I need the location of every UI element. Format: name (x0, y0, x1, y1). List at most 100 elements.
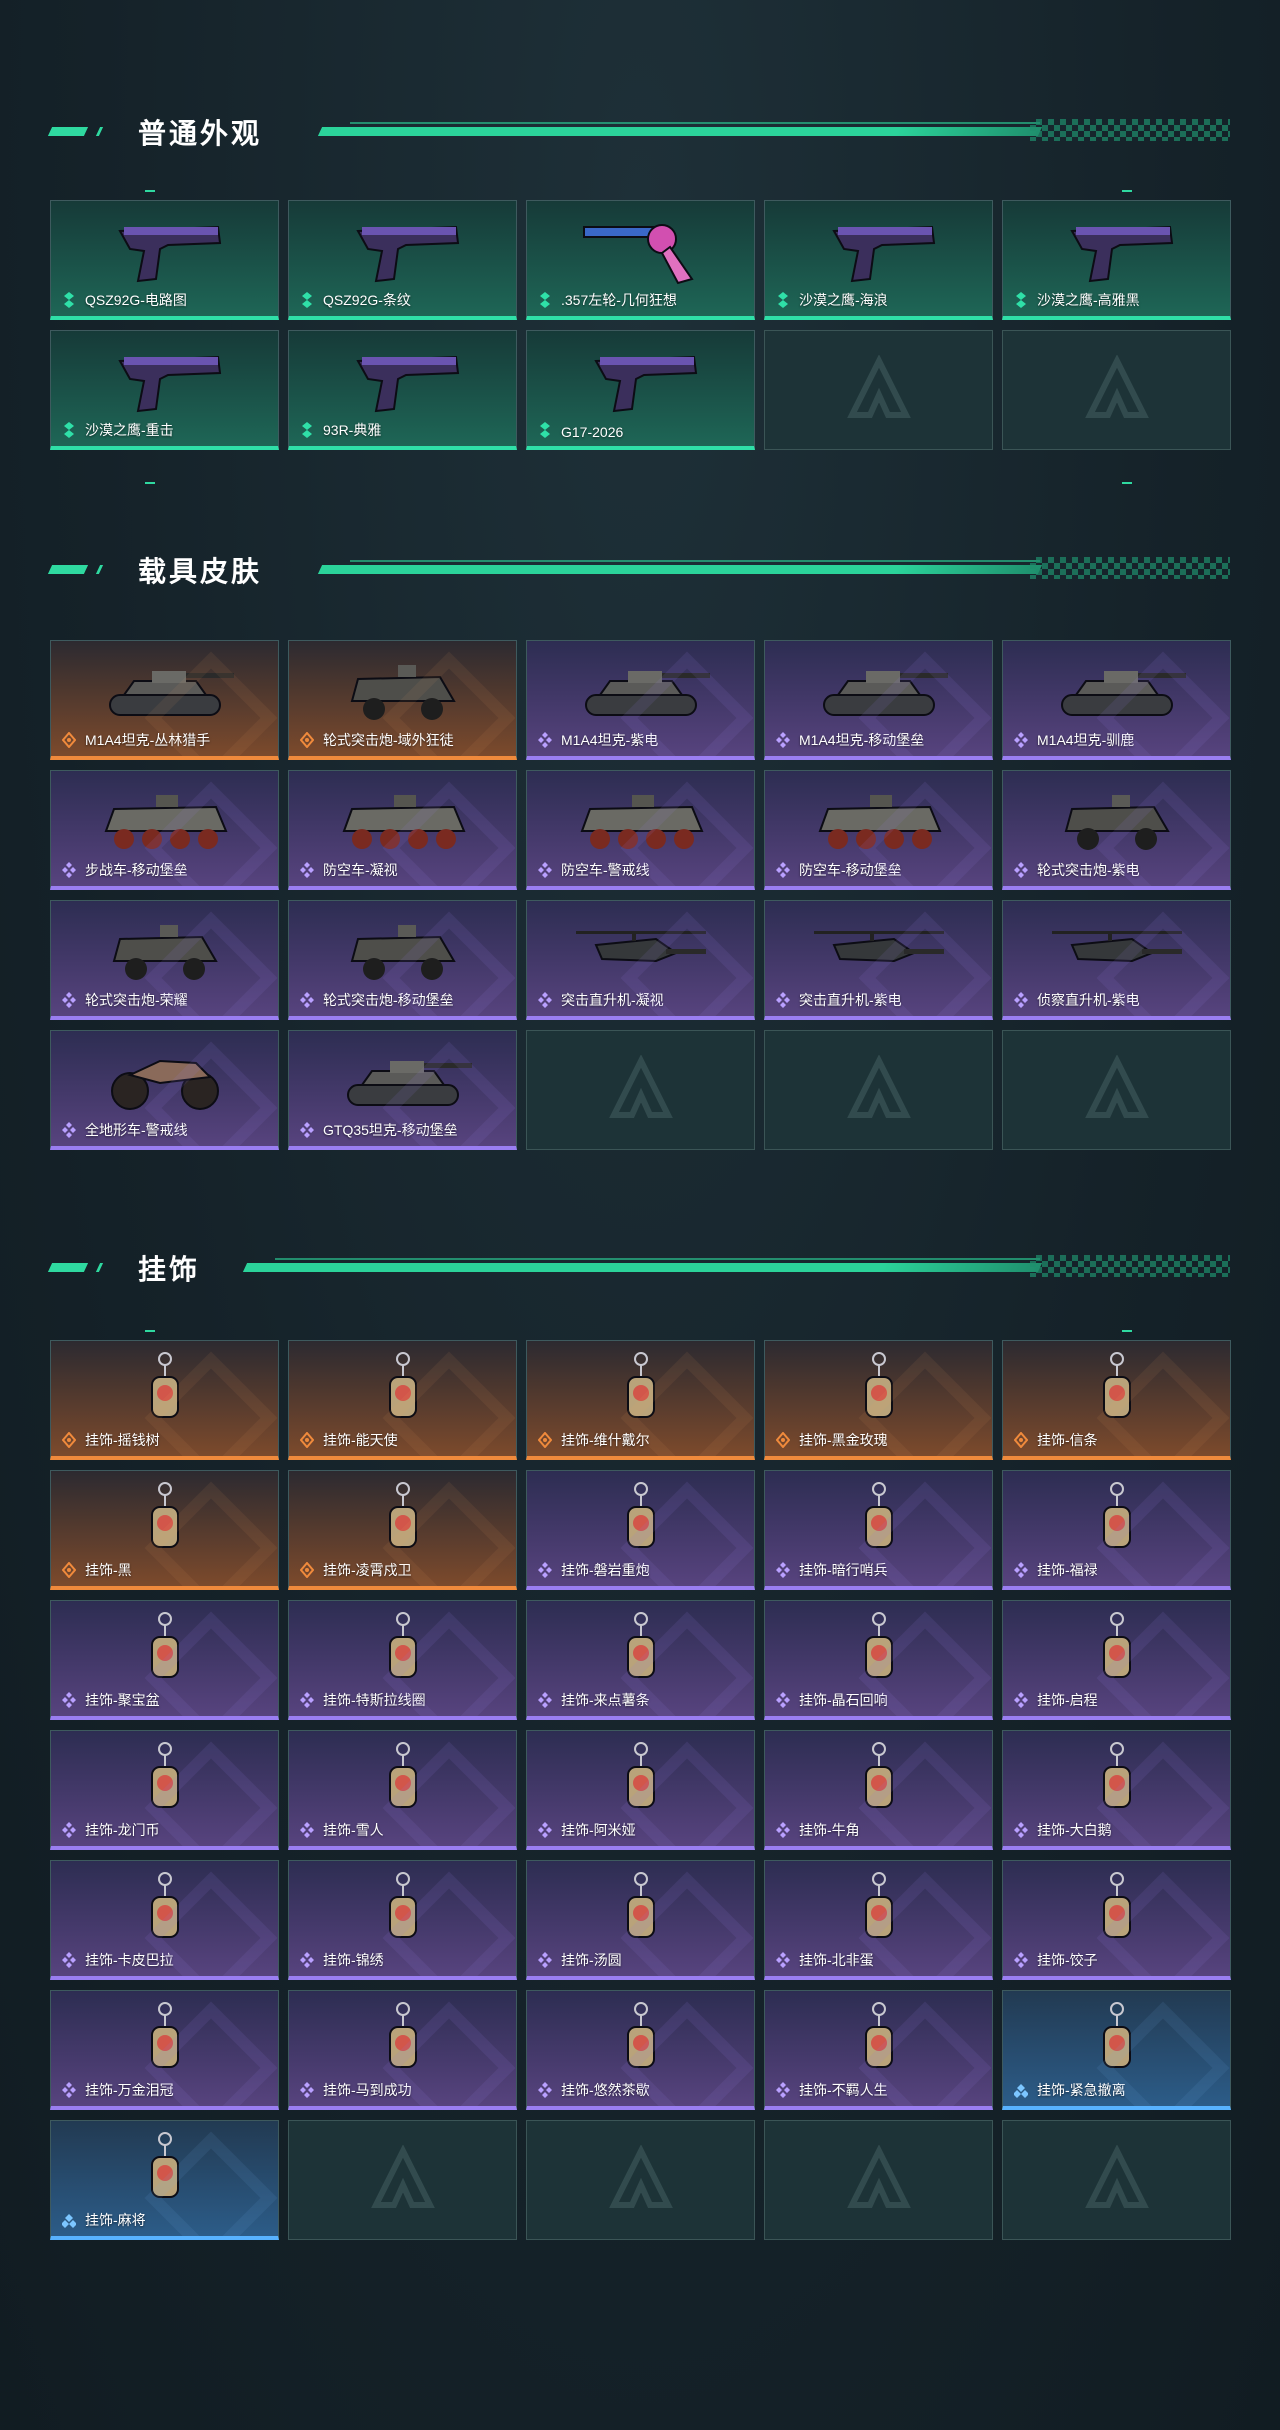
item-card[interactable]: 沙漠之鹰-重击 (50, 330, 279, 450)
item-card[interactable]: 挂饰-聚宝盆 (50, 1600, 279, 1720)
rarity-purple-icon (300, 862, 314, 878)
item-label: 防空车-移动堡垒 (799, 862, 902, 878)
item-card[interactable]: G17-2026 (526, 330, 755, 450)
item-label: 轮式突击炮-移动堡垒 (323, 992, 454, 1008)
item-card[interactable]: M1A4坦克-紫电 (526, 640, 755, 760)
item-label: 挂饰-黑 (85, 1562, 132, 1578)
charm-icon (566, 1869, 716, 1949)
item-card[interactable]: 挂饰-暗行哨兵 (764, 1470, 993, 1590)
rarity-purple-icon (300, 1822, 314, 1838)
item-card[interactable]: 防空车-警戒线 (526, 770, 755, 890)
rarity-purple-icon (62, 1692, 76, 1708)
empty-slot (1002, 1030, 1231, 1150)
item-card[interactable]: 挂饰-阿米娅 (526, 1730, 755, 1850)
item-card[interactable]: 轮式突击炮-域外狂徒 (288, 640, 517, 760)
item-card[interactable]: 沙漠之鹰-海浪 (764, 200, 993, 320)
item-card[interactable]: 突击直升机-凝视 (526, 900, 755, 1020)
item-card[interactable]: 挂饰-凌霄戍卫 (288, 1470, 517, 1590)
item-label: 挂饰-龙门币 (85, 1822, 160, 1838)
section-header-weapons: 普通外观 (47, 110, 1230, 150)
item-card[interactable]: M1A4坦克-移动堡垒 (764, 640, 993, 760)
item-card[interactable]: 挂饰-来点薯条 (526, 1600, 755, 1720)
item-card[interactable]: 挂饰-摇钱树 (50, 1340, 279, 1460)
item-card[interactable]: 挂饰-饺子 (1002, 1860, 1231, 1980)
item-card[interactable]: 挂饰-龙门币 (50, 1730, 279, 1850)
item-label: 挂饰-紧急撤离 (1037, 2082, 1126, 2098)
charm-icon (804, 1869, 954, 1949)
charms-grid: 挂饰-摇钱树 挂饰-能天使 挂饰-维什戴尔 挂饰-黑金玫瑰 挂饰-信条挂饰-黑 挂饰-凌霄… (50, 1340, 1231, 2240)
section-title: 普通外观 (138, 118, 263, 149)
charm-icon (328, 1479, 478, 1559)
charm-icon (90, 1739, 240, 1819)
item-card[interactable]: 挂饰-马到成功 (288, 1990, 517, 2110)
item-card[interactable]: 挂饰-磐岩重炮 (526, 1470, 755, 1590)
section-title: 载具皮肤 (138, 556, 263, 587)
item-card[interactable]: 挂饰-信条 (1002, 1340, 1231, 1460)
charm-icon (90, 1609, 240, 1689)
rarity-purple-icon (300, 992, 314, 1008)
empty-slot (526, 2120, 755, 2240)
item-label: 轮式突击炮-域外狂徒 (323, 732, 454, 748)
item-card[interactable]: 挂饰-维什戴尔 (526, 1340, 755, 1460)
item-card[interactable]: 沙漠之鹰-高雅黑 (1002, 200, 1231, 320)
section-header-charms: 挂饰 (47, 1246, 1230, 1286)
item-label: 突击直升机-凝视 (561, 992, 664, 1008)
rarity-purple-icon (300, 2082, 314, 2098)
item-card[interactable]: 挂饰-万金泪冠 (50, 1990, 279, 2110)
rarity-purple-icon (776, 732, 790, 748)
rarity-purple-icon (776, 2082, 790, 2098)
pistol-icon (566, 339, 716, 419)
rarity-green-icon (300, 292, 314, 308)
item-card[interactable]: 轮式突击炮-紫电 (1002, 770, 1231, 890)
item-card[interactable]: 挂饰-不羁人生 (764, 1990, 993, 2110)
charm-icon (1042, 1739, 1192, 1819)
charm-icon (90, 1999, 240, 2079)
item-card[interactable]: M1A4坦克-丛林猎手 (50, 640, 279, 760)
item-card[interactable]: 轮式突击炮-移动堡垒 (288, 900, 517, 1020)
item-card[interactable]: GTQ35坦克-移动堡垒 (288, 1030, 517, 1150)
item-label: 挂饰-不羁人生 (799, 2082, 888, 2098)
item-card[interactable]: M1A4坦克-驯鹿 (1002, 640, 1231, 760)
item-card[interactable]: 全地形车-警戒线 (50, 1030, 279, 1150)
item-card[interactable]: 挂饰-北非蛋 (764, 1860, 993, 1980)
item-card[interactable]: 挂饰-汤圆 (526, 1860, 755, 1980)
item-card[interactable]: 挂饰-悠然茶歇 (526, 1990, 755, 2110)
item-card[interactable]: 防空车-移动堡垒 (764, 770, 993, 890)
item-card[interactable]: .357左轮-几何狂想 (526, 200, 755, 320)
item-card[interactable]: 防空车-凝视 (288, 770, 517, 890)
rarity-purple-icon (538, 992, 552, 1008)
item-card[interactable]: QSZ92G-条纹 (288, 200, 517, 320)
item-card[interactable]: 挂饰-大白鹅 (1002, 1730, 1231, 1850)
item-label: 步战车-移动堡垒 (85, 862, 188, 878)
item-card[interactable]: 挂饰-黑金玫瑰 (764, 1340, 993, 1460)
header-tick (95, 127, 104, 136)
item-card[interactable]: 步战车-移动堡垒 (50, 770, 279, 890)
item-card[interactable]: 挂饰-麻将 (50, 2120, 279, 2240)
item-card[interactable]: 挂饰-牛角 (764, 1730, 993, 1850)
item-card[interactable]: 挂饰-紧急撤离 (1002, 1990, 1231, 2110)
rarity-purple-icon (538, 1692, 552, 1708)
item-card[interactable]: 轮式突击炮-荣耀 (50, 900, 279, 1020)
item-card[interactable]: 挂饰-黑 (50, 1470, 279, 1590)
item-card[interactable]: 挂饰-雪人 (288, 1730, 517, 1850)
item-card[interactable]: 93R-典雅 (288, 330, 517, 450)
rarity-blue-icon (61, 2212, 77, 2228)
item-card[interactable]: 突击直升机-紫电 (764, 900, 993, 1020)
rarity-orange-icon (61, 1431, 77, 1449)
item-card[interactable]: 挂饰-福禄 (1002, 1470, 1231, 1590)
rarity-green-icon (300, 422, 314, 438)
item-card[interactable]: 挂饰-卡皮巴拉 (50, 1860, 279, 1980)
empty-slot (764, 1030, 993, 1150)
placeholder-logo-icon (606, 2144, 676, 2215)
item-card[interactable]: 挂饰-特斯拉线圈 (288, 1600, 517, 1720)
item-card[interactable]: 挂饰-能天使 (288, 1340, 517, 1460)
item-card[interactable]: 侦察直升机-紫电 (1002, 900, 1231, 1020)
item-label: 挂饰-卡皮巴拉 (85, 1952, 174, 1968)
rarity-purple-icon (1014, 1822, 1028, 1838)
rarity-orange-icon (775, 1431, 791, 1449)
item-card[interactable]: 挂饰-启程 (1002, 1600, 1231, 1720)
item-card[interactable]: 挂饰-锦绣 (288, 1860, 517, 1980)
charm-icon (804, 1349, 954, 1429)
item-card[interactable]: 挂饰-晶石回响 (764, 1600, 993, 1720)
item-card[interactable]: QSZ92G-电路图 (50, 200, 279, 320)
